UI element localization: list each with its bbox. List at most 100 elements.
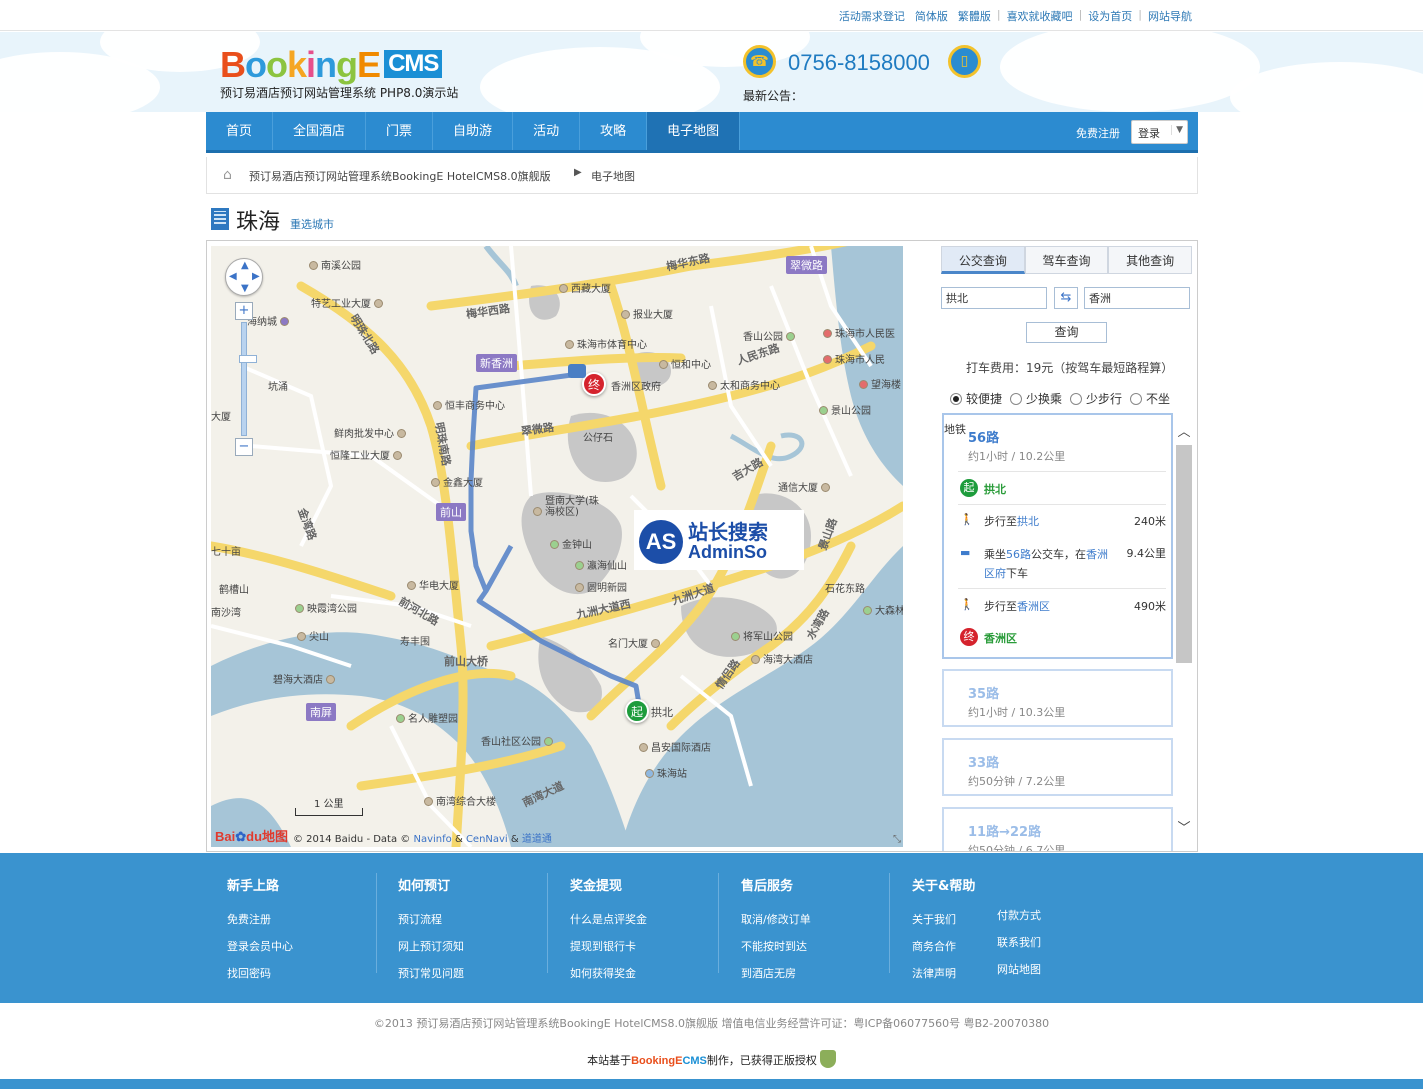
footer-link[interactable]: 如何获得奖金 (570, 965, 647, 981)
map-poi[interactable]: 珠海市人民 (823, 351, 885, 366)
chevron-down-icon[interactable]: ﹀ (1176, 817, 1192, 837)
footer-link[interactable]: 商务合作 (912, 938, 975, 954)
zoom-out-button[interactable]: − (235, 438, 253, 456)
to-input[interactable] (1084, 287, 1190, 309)
map-poi[interactable]: 名人雕塑园 (396, 710, 458, 725)
scrollbar-thumb[interactable] (1176, 445, 1192, 663)
map-poi[interactable]: 圆明新园 (575, 579, 627, 594)
swap-icon[interactable]: ⇆ (1054, 287, 1078, 309)
map-poi[interactable]: 珠海站 (645, 765, 687, 780)
map-canvas[interactable]: 新香洲 翠微路 前山 南屏 南溪公园 特艺工业大厦 海纳城 坑涌 大厦 鲜肉批发… (211, 246, 903, 847)
map-poi[interactable]: 报业大厦 (621, 306, 673, 321)
tab-bus[interactable]: 公交查询 (941, 246, 1025, 274)
route-title[interactable]: 35路 (968, 683, 999, 702)
map-poi[interactable]: 名门大厦 (608, 635, 663, 650)
daodaotong-link[interactable]: 道道通 (522, 834, 552, 845)
map-poi[interactable]: 瀛海仙山 (575, 557, 627, 572)
map-poi[interactable]: 通信大厦 (778, 479, 833, 494)
top-link-sitenav[interactable]: 网站导航 (1143, 8, 1197, 24)
site-logo[interactable]: BookingE CMS (220, 44, 443, 86)
map-poi[interactable]: 恒和中心 (659, 356, 711, 371)
home-icon[interactable]: ⌂ (223, 167, 232, 183)
map-poi[interactable]: 恒丰商务中心 (433, 397, 505, 412)
top-link-traditional[interactable]: 繁體版 (953, 8, 996, 24)
navinfo-link[interactable]: Navinfo (413, 834, 451, 845)
radio-icon[interactable] (1130, 392, 1143, 405)
map-poi[interactable]: 大森林 (863, 602, 903, 617)
footer-link[interactable]: 关于我们 (912, 911, 975, 927)
map-poi[interactable]: 昌安国际酒店 (639, 739, 711, 754)
zoom-handle[interactable] (239, 355, 257, 363)
map-poi[interactable]: 尖山 (297, 628, 329, 643)
query-button[interactable]: 查询 (1026, 322, 1107, 343)
map-poi[interactable]: 寿丰围 (400, 633, 430, 648)
map-poi[interactable]: 香洲区政府 (611, 378, 661, 393)
reselect-city-link[interactable]: 重选城市 (290, 216, 334, 232)
map-poi[interactable]: 景山公园 (819, 402, 871, 417)
results-scrollbar[interactable]: ︿ ﹀ (1176, 421, 1192, 841)
radio-icon[interactable] (1010, 392, 1023, 405)
nav-item-selftour[interactable]: 自助游 (433, 112, 514, 150)
nav-item-map[interactable]: 电子地图 (647, 112, 741, 150)
from-input[interactable] (941, 287, 1047, 309)
radio-icon[interactable] (1070, 392, 1083, 405)
register-link[interactable]: 免费注册 (1076, 125, 1120, 141)
nav-item-events[interactable]: 活动 (513, 112, 581, 150)
map-poi[interactable]: 七十亩 (211, 543, 241, 558)
map-poi[interactable]: 金钟山 (550, 536, 592, 551)
step-place[interactable]: 香洲区 (1017, 600, 1050, 613)
footer-link[interactable]: 联系我们 (997, 934, 1041, 950)
pan-right-icon[interactable]: ▶ (252, 271, 260, 282)
map-poi[interactable]: 珠海市人民医 (823, 325, 895, 340)
top-link-demand[interactable]: 活动需求登记 (834, 8, 910, 24)
chevron-up-icon[interactable]: ︿ (1176, 421, 1192, 441)
map-poi[interactable]: 将军山公园 (731, 628, 793, 643)
route-title[interactable]: 11路→22路 (968, 821, 1041, 840)
map-poi[interactable]: 南沙湾 (211, 604, 241, 619)
login-dropdown[interactable]: 登录 ▼ (1131, 120, 1188, 144)
footer-link[interactable]: 找回密码 (227, 965, 293, 981)
nav-item-tickets[interactable]: 门票 (366, 112, 434, 150)
map-poi[interactable]: 恒隆工业大厦 (330, 447, 405, 462)
pan-down-icon[interactable]: ▼ (241, 283, 249, 294)
cennavi-link[interactable]: CenNavi (466, 834, 508, 845)
route-card[interactable]: 33路 约50分钟 / 7.2公里 (942, 738, 1173, 796)
footer-link[interactable]: 不能按时到达 (741, 938, 811, 954)
map-poi[interactable]: 华电大厦 (407, 577, 459, 592)
map-poi[interactable]: 珠海市体育中心 (565, 336, 647, 351)
route-card[interactable]: 11路→22路 约50分钟 / 6.7公里 (942, 807, 1173, 851)
route-card[interactable]: 35路 约1小时 / 10.3公里 (942, 669, 1173, 727)
breadcrumb-site[interactable]: 预订易酒店预订网站管理系统BookingE HotelCMS8.0旗舰版 (249, 168, 551, 184)
map-poi[interactable]: 太和商务中心 (708, 377, 780, 392)
footer-link[interactable]: 法律声明 (912, 965, 975, 981)
zoom-slider[interactable] (239, 322, 257, 436)
radio-icon[interactable] (950, 392, 962, 405)
map-poi[interactable]: 坑涌 (268, 378, 288, 393)
route-card[interactable]: 地铁 56路 约1小时 / 10.2公里 起 拱北 🚶 步行至拱北 240米 ▬… (942, 413, 1173, 659)
footer-link[interactable]: 网站地图 (997, 961, 1041, 977)
step-place[interactable]: 拱北 (1017, 515, 1039, 528)
zoom-in-button[interactable]: + (235, 302, 253, 320)
nav-item-hotels[interactable]: 全国酒店 (273, 112, 367, 150)
pan-up-icon[interactable]: ▲ (241, 260, 249, 271)
step-route[interactable]: 56路 (1006, 548, 1031, 561)
footer-link[interactable]: 登录会员中心 (227, 938, 293, 954)
top-link-bookmark[interactable]: 喜欢就收藏吧 (1002, 8, 1078, 24)
map-poi[interactable]: 暨南大学(珠海校区) (533, 496, 605, 518)
map-poi[interactable]: 鲜肉批发中心 (334, 425, 409, 440)
map-poi[interactable]: 香山社区公园 (481, 733, 556, 748)
option-less-transfer[interactable]: 少换乘 (1010, 390, 1062, 407)
map-poi[interactable]: 映霞湾公园 (295, 600, 357, 615)
nav-item-guides[interactable]: 攻略 (580, 112, 648, 150)
footer-link[interactable]: 预订常见问题 (398, 965, 464, 981)
map-poi[interactable]: 西藏大厦 (559, 280, 611, 295)
footer-link[interactable]: 免费注册 (227, 911, 293, 927)
footer-link[interactable]: 到酒店无房 (741, 965, 811, 981)
map-pan-control[interactable]: ▲ ▼ ◀ ▶ (225, 258, 263, 296)
map-poi[interactable]: 大厦 (211, 408, 231, 423)
option-no-subway[interactable]: 不坐 (1130, 390, 1170, 407)
map-poi[interactable]: 海湾大酒店 (751, 651, 813, 666)
option-less-walk[interactable]: 少步行 (1070, 390, 1122, 407)
footer-link[interactable]: 取消/修改订单 (741, 911, 811, 927)
powered-logo[interactable]: BookingE (631, 1055, 682, 1067)
